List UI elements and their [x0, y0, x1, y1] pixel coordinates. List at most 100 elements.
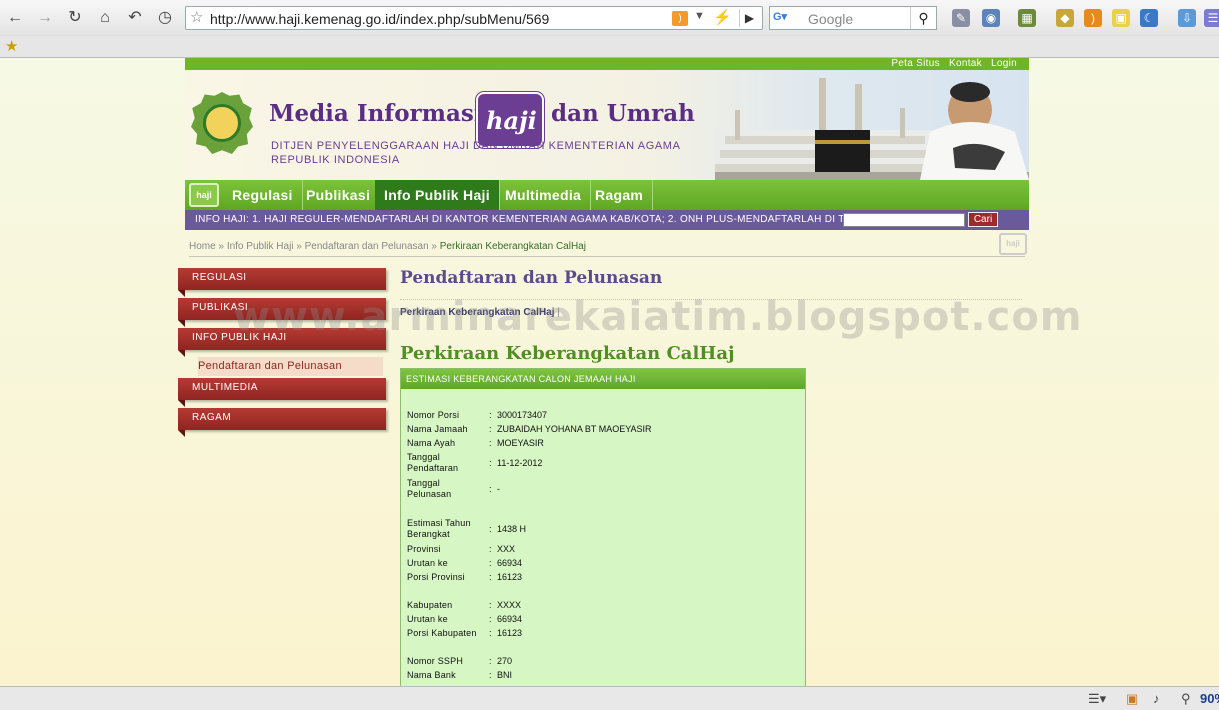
field-label: Porsi Kabupaten: [407, 628, 477, 638]
google-icon[interactable]: G▾: [773, 10, 801, 26]
field-value: 66934: [497, 614, 523, 624]
field-separator: :: [489, 458, 492, 468]
site-search-button[interactable]: Cari: [968, 212, 998, 227]
emblem-center: [203, 104, 241, 142]
field-label: Urutan ke: [407, 558, 448, 568]
site-subtitle-1: DITJEN PENYELENGGARAAN HAJI DAN UMRAH KE…: [271, 140, 681, 152]
search-box[interactable]: G▾ Google ⚲: [769, 6, 937, 30]
field-value: ZUBAIDAH YOHANA BT MAOEYASIR: [497, 424, 652, 434]
sidebar-subitem-label: Pendaftaran dan Pelunasan: [198, 360, 342, 372]
field-separator: :: [489, 670, 492, 680]
bookmarks-bar: ★: [0, 36, 1219, 58]
speaker-icon[interactable]: ♪: [1153, 691, 1160, 707]
contact-link[interactable]: Kontak: [949, 58, 982, 69]
feed-icon[interactable]: ): [1084, 9, 1102, 27]
site-title-left: Media Informasi: [269, 100, 483, 127]
forward-icon[interactable]: →: [35, 8, 55, 28]
site-subtitle-2: REPUBLIK INDONESIA: [271, 154, 400, 166]
home-icon[interactable]: ⌂: [95, 8, 115, 28]
breadcrumb-divider: [189, 256, 1025, 257]
zoom-level[interactable]: 90%: [1200, 691, 1219, 707]
site-container: Peta Situs Kontak Login Media Informasi …: [178, 58, 1029, 686]
menu-icon[interactable]: ☰: [1204, 9, 1219, 27]
note-icon[interactable]: ▣: [1112, 9, 1130, 27]
field-label: Nama Jamaah: [407, 424, 468, 434]
menu-publikasi[interactable]: Publikasi: [297, 180, 381, 210]
field-value: 3000173407: [497, 410, 548, 420]
bookmarks-star-icon[interactable]: ★: [5, 37, 18, 55]
reload-icon[interactable]: ↻: [65, 8, 85, 28]
menu-regulasi[interactable]: Regulasi: [223, 180, 303, 210]
moon-icon[interactable]: ☾: [1140, 9, 1158, 27]
browser-statusbar: ☰▾ ▣ ♪ ⚲ 90%: [0, 686, 1219, 710]
main-menu: haji Regulasi Publikasi Info Publik Haji…: [185, 180, 1029, 210]
field-value: XXX: [497, 544, 516, 554]
sidebar-item-regulasi[interactable]: REGULASI: [178, 268, 386, 297]
breadcrumb-sep: »: [218, 241, 225, 252]
field-separator: :: [489, 524, 492, 534]
breadcrumb-current: Perkiraan Keberangkatan CalHaj: [439, 241, 586, 252]
top-strip: Peta Situs Kontak Login: [185, 58, 1029, 70]
bookmark-star-icon[interactable]: ☆: [190, 8, 203, 26]
field-label: Tanggal Pendaftaran: [407, 452, 459, 473]
estimation-panel: ESTIMASI KEBERANGKATAN CALON JEMAAH HAJI…: [400, 368, 806, 686]
field-label: Nama Bank: [407, 670, 456, 680]
menu-ragam[interactable]: Ragam: [586, 180, 654, 210]
field-value: 1438 H: [497, 524, 527, 534]
page-title: Perkiraan Keberangkatan CalHaj: [400, 343, 735, 364]
download-icon[interactable]: ⇩: [1178, 9, 1196, 27]
field-value: -: [497, 484, 500, 494]
address-bar[interactable]: ☆ http://www.haji.kemenag.go.id/index.ph…: [185, 6, 763, 30]
sitemap-link[interactable]: Peta Situs: [891, 58, 940, 69]
url-text[interactable]: http://www.haji.kemenag.go.id/index.php/…: [210, 11, 549, 27]
field-label: Estimasi Tahun Berangkat: [407, 518, 471, 539]
home-menu-icon[interactable]: haji: [189, 183, 219, 207]
menu-info-publik-haji[interactable]: Info Publik Haji: [375, 180, 500, 210]
field-value: BNI: [497, 670, 513, 680]
field-value: MOEYASIR: [497, 438, 544, 448]
tag-icon[interactable]: ◆: [1056, 9, 1074, 27]
field-separator: :: [489, 572, 492, 582]
pen-icon[interactable]: ✎: [952, 9, 970, 27]
site-search-input[interactable]: [843, 213, 965, 227]
field-separator: :: [489, 484, 492, 494]
translate-icon[interactable]: ▦: [1018, 9, 1036, 27]
field-label: Porsi Provinsi: [407, 572, 465, 582]
field-separator: :: [489, 438, 492, 448]
sidebar-item-multimedia[interactable]: MULTIMEDIA: [178, 378, 386, 407]
breadcrumb-info-publik[interactable]: Info Publik Haji: [227, 241, 294, 252]
undo-icon[interactable]: ↶: [125, 8, 145, 28]
menu-multimedia[interactable]: Multimedia: [496, 180, 592, 210]
zoom-icon[interactable]: ⚲: [1181, 691, 1191, 707]
rss-icon[interactable]: ): [672, 11, 688, 26]
sidebar-item-ragam[interactable]: RAGAM: [178, 408, 386, 437]
ticker-text: INFO HAJI: 1. HAJI REGULER-MENDAFTARLAH …: [195, 214, 843, 225]
activity-icon[interactable]: ☰▾: [1088, 691, 1106, 707]
breadcrumb-pendaftaran[interactable]: Pendaftaran dan Pelunasan: [305, 241, 429, 252]
field-separator: :: [489, 656, 492, 666]
watermark-text: www.arminarekaiatim.blogspot.com: [233, 294, 1083, 340]
sidebar-subitem-pendaftaran[interactable]: Pendaftaran dan Pelunasan: [198, 357, 383, 376]
field-separator: :: [489, 424, 492, 434]
field-label: Kabupaten: [407, 600, 453, 610]
field-separator: :: [489, 410, 492, 420]
field-label: Urutan ke: [407, 614, 448, 624]
search-placeholder[interactable]: Google: [808, 11, 853, 27]
login-link[interactable]: Login: [991, 58, 1017, 69]
chevron-down-icon[interactable]: ▼: [694, 10, 705, 22]
camera-icon[interactable]: ◉: [982, 9, 1000, 27]
field-label: Nomor SSPH: [407, 656, 464, 666]
field-separator: :: [489, 628, 492, 638]
haji-logo-text: haji: [486, 106, 537, 135]
field-label: Tanggal Pelunasan: [407, 478, 452, 499]
lightning-icon[interactable]: ⚡: [713, 8, 732, 26]
go-arrow-icon[interactable]: ▶: [739, 9, 759, 27]
back-icon[interactable]: ←: [5, 8, 25, 28]
breadcrumb-home[interactable]: Home: [189, 241, 216, 252]
kaaba-pilgrim-image: [715, 78, 1029, 180]
history-icon[interactable]: ◷: [155, 8, 175, 28]
search-icon[interactable]: ⚲: [910, 7, 936, 29]
section-heading: Pendaftaran dan Pelunasan: [400, 268, 663, 288]
page-info-icon[interactable]: ▣: [1126, 691, 1138, 707]
field-value: 270: [497, 656, 513, 666]
